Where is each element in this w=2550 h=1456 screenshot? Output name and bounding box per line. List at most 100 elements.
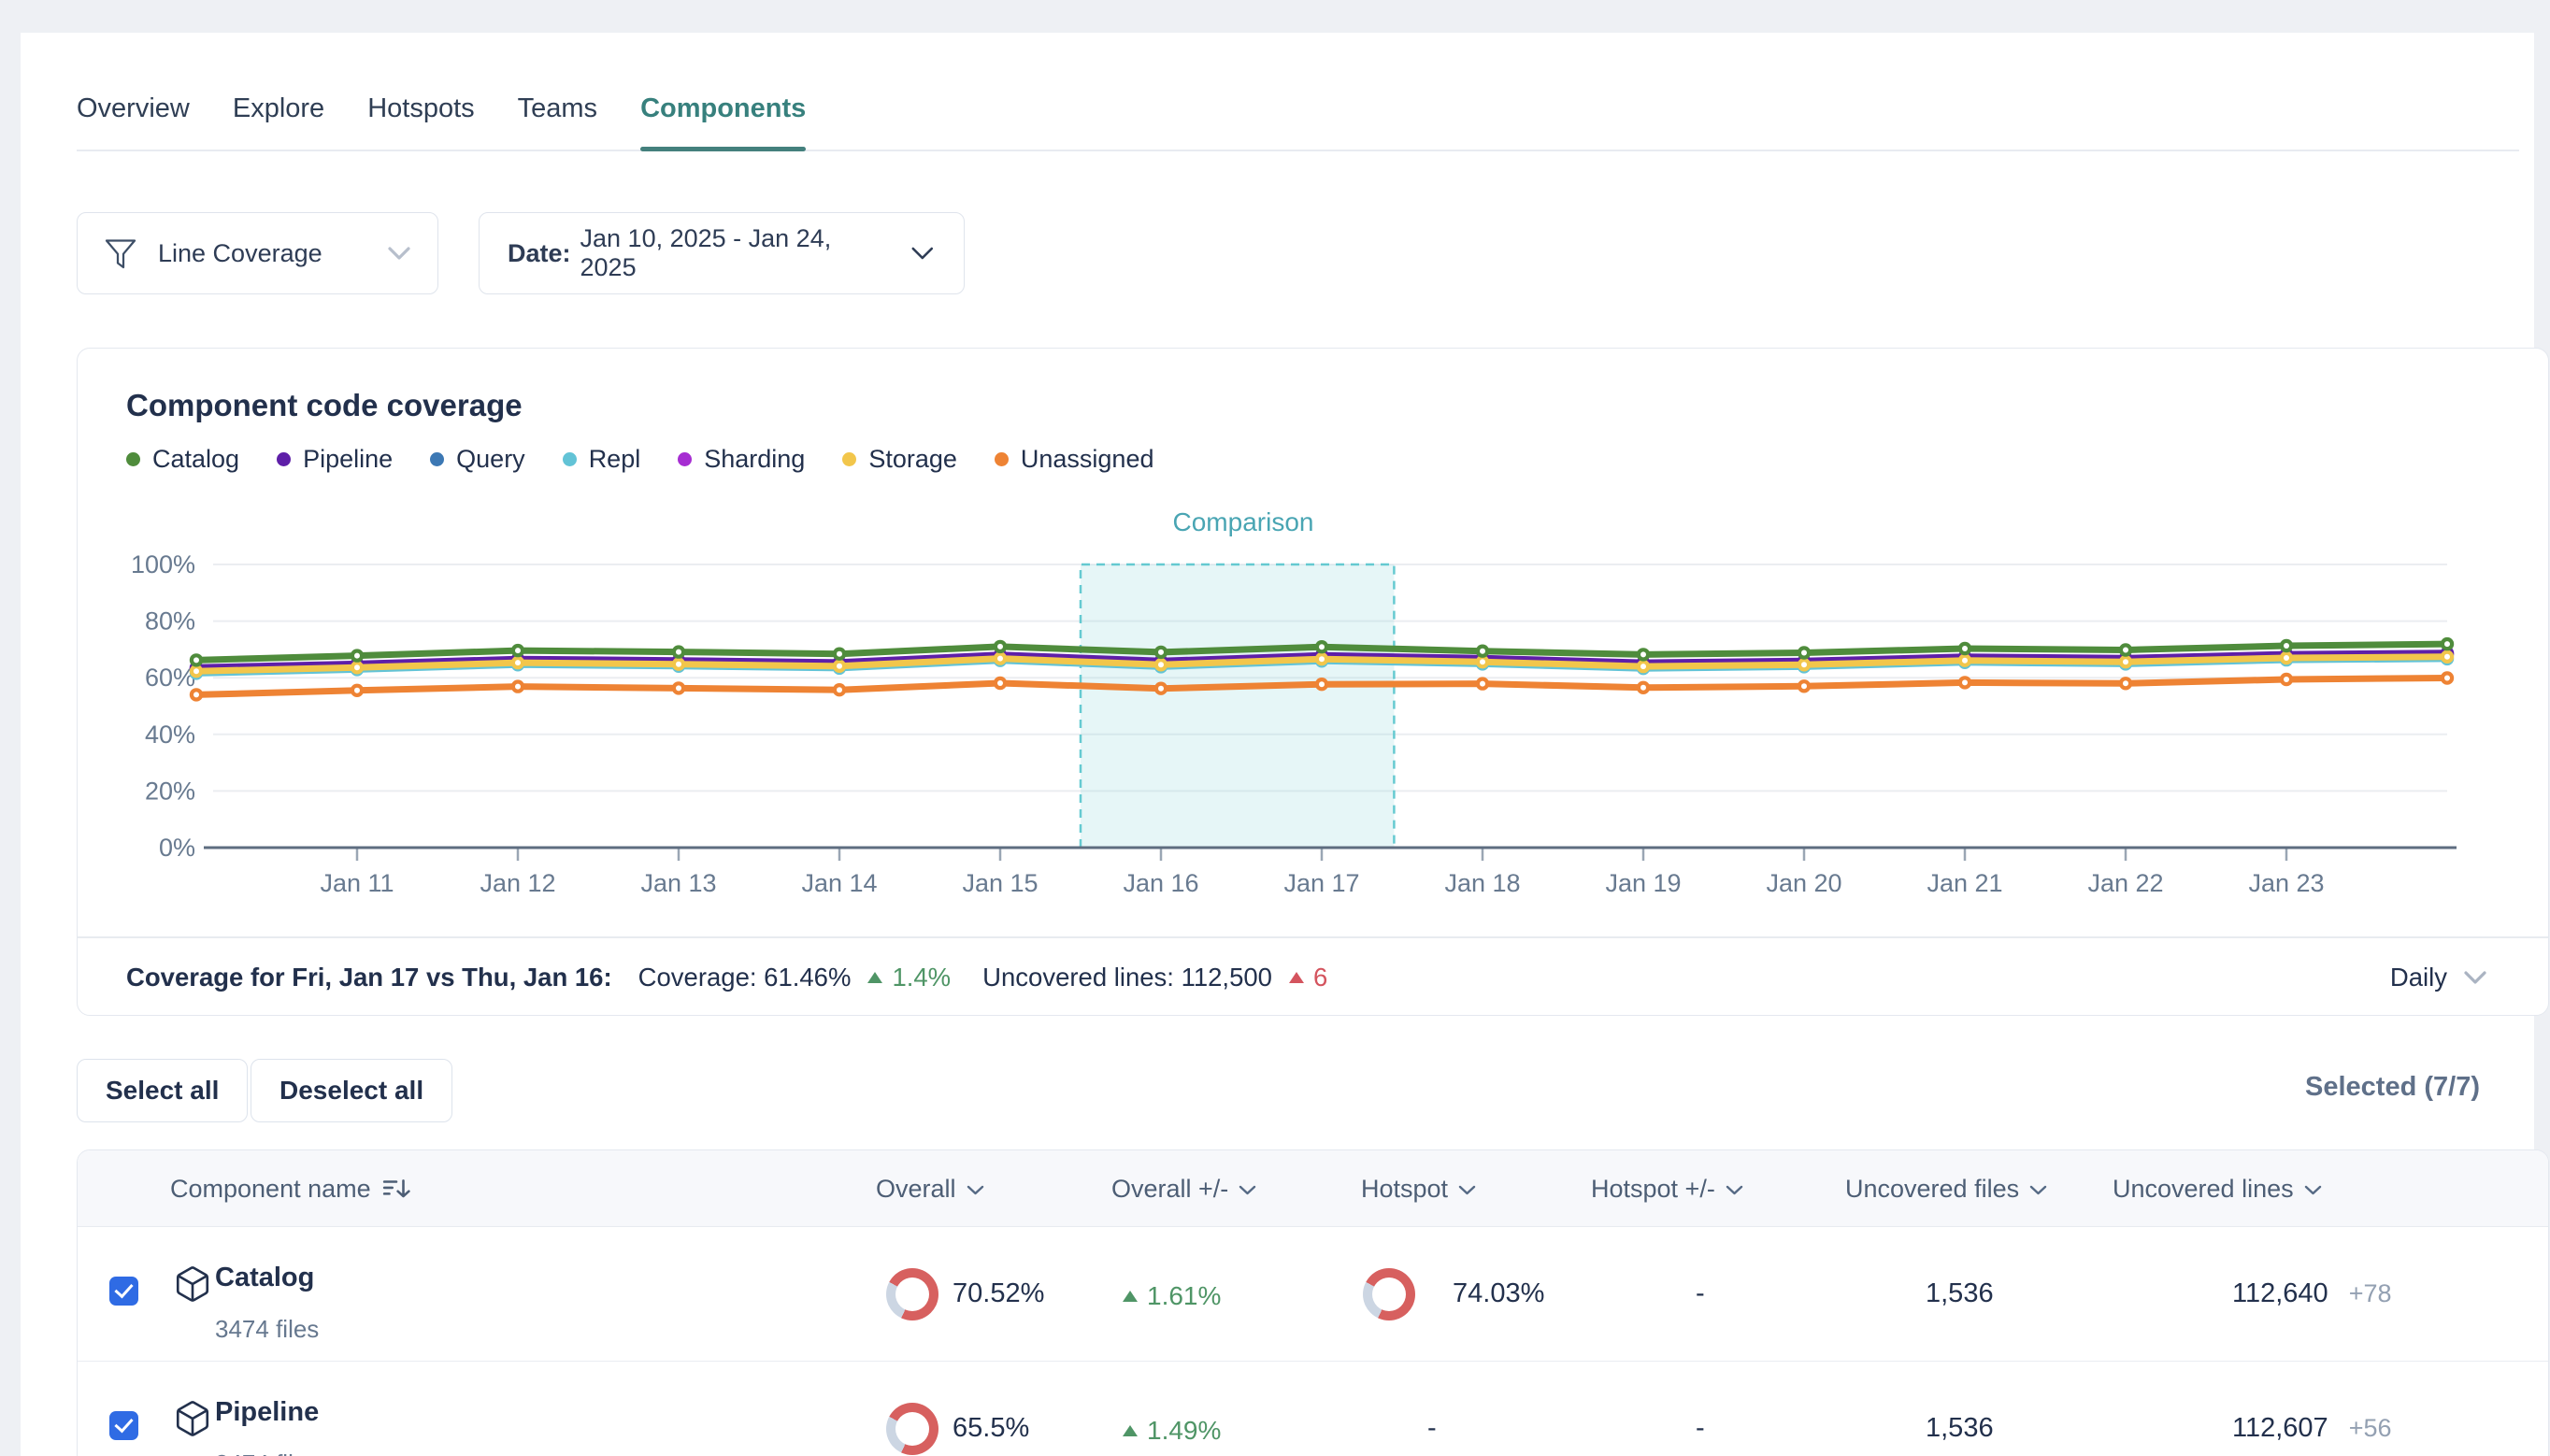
comparison-label: Comparison <box>1131 507 1355 537</box>
tab-label: Teams <box>518 93 597 124</box>
page: Overview Explore Hotspots Teams Components L… <box>0 0 2550 1456</box>
legend-label: Query <box>456 445 525 474</box>
interval-value: Daily <box>2390 963 2447 992</box>
row-checkbox[interactable] <box>109 1277 138 1306</box>
legend-label: Repl <box>589 445 641 474</box>
metric-filter-dropdown[interactable]: Line Coverage <box>77 212 438 294</box>
column-header-hotspot-[interactable]: Hotspot +/- <box>1591 1150 1743 1227</box>
column-header-hotspot[interactable]: Hotspot <box>1361 1150 1476 1227</box>
svg-text:Jan 11: Jan 11 <box>320 869 394 897</box>
chevron-down-icon <box>1239 1185 1256 1196</box>
chevron-down-icon <box>967 1185 984 1196</box>
chevron-down-icon <box>2304 1185 2322 1196</box>
tab-teams[interactable]: Teams <box>518 65 597 151</box>
selected-count: Selected (7/7) <box>2305 1072 2480 1103</box>
uncovered-lines-value: 112,640 <box>2232 1278 2328 1308</box>
tab-label: Overview <box>77 93 190 124</box>
delta-up-icon <box>867 972 882 983</box>
legend-dot <box>126 452 140 466</box>
tab-components[interactable]: Components <box>640 65 806 151</box>
delta-up-icon <box>1123 1425 1138 1436</box>
comparison-region <box>1081 564 1394 848</box>
component-file-count: 3474 files <box>215 1315 319 1344</box>
table-row-catalog[interactable]: Catalog3474 files70.52%1.61%74.03%-1,536… <box>78 1227 2548 1362</box>
chevron-down-icon <box>1458 1185 1476 1196</box>
tab-overview[interactable]: Overview <box>77 65 190 151</box>
chevron-down-icon <box>1726 1185 1743 1196</box>
tab-label: Hotspots <box>367 93 474 124</box>
tab-label: Components <box>640 93 806 124</box>
chart-title: Component code coverage <box>126 388 523 423</box>
svg-text:100%: 100% <box>131 550 195 578</box>
overall-delta: 1.61% <box>1123 1281 1221 1311</box>
svg-text:Jan 17: Jan 17 <box>1283 869 1359 897</box>
chart-legend: Catalog Pipeline Query Repl Sharding Storage U… <box>126 445 1153 474</box>
overall-delta-value: 1.61% <box>1147 1281 1221 1311</box>
footer-coverage-delta: 1.4% <box>892 963 951 992</box>
hotspot-value: - <box>1427 1413 1437 1444</box>
uncovered-lines-delta: +78 <box>2349 1279 2392 1307</box>
legend-item-storage: Storage <box>842 445 957 474</box>
svg-text:Jan 16: Jan 16 <box>1123 869 1198 897</box>
components-table: Component name Overall Overall +/- Hotspot H… <box>77 1149 2549 1456</box>
svg-text:20%: 20% <box>145 777 195 805</box>
component-name: Pipeline <box>215 1397 319 1428</box>
deselect-all-button[interactable]: Deselect all <box>251 1059 452 1122</box>
footer-coverage-value: Coverage: 61.46% <box>638 963 852 992</box>
select-all-button[interactable]: Select all <box>77 1059 248 1122</box>
legend-dot <box>430 452 444 466</box>
svg-text:Jan 14: Jan 14 <box>801 869 877 897</box>
legend-item-sharding: Sharding <box>678 445 805 474</box>
svg-text:Jan 20: Jan 20 <box>1766 869 1841 897</box>
column-header-component-name[interactable]: Component name <box>170 1150 410 1227</box>
sort-icon <box>382 1177 410 1201</box>
column-header-overall-[interactable]: Overall +/- <box>1111 1150 1256 1227</box>
footer-compare-label: Coverage for Fri, Jan 17 vs Thu, Jan 16: <box>126 963 612 992</box>
interval-dropdown[interactable]: Daily <box>2390 963 2488 992</box>
column-header-overall[interactable]: Overall <box>876 1150 984 1227</box>
chevron-down-icon <box>2462 970 2488 985</box>
column-header-uncovered-files[interactable]: Uncovered files <box>1845 1150 2047 1227</box>
chevron-down-icon <box>910 246 936 261</box>
tab-hotspots[interactable]: Hotspots <box>367 65 474 151</box>
overall-coverage-donut <box>886 1268 938 1320</box>
svg-text:60%: 60% <box>145 664 195 692</box>
coverage-chart-card: Component code coverage Catalog Pipeline Q… <box>77 348 2549 1016</box>
coverage-line-chart[interactable]: 0%20%40%60%80%100%Jan 11Jan 12Jan 13Jan … <box>115 540 2508 914</box>
svg-text:Jan 22: Jan 22 <box>2087 869 2163 897</box>
legend-label: Unassigned <box>1021 445 1154 474</box>
column-header-label: Uncovered files <box>1845 1175 2019 1204</box>
overall-value: 70.52% <box>953 1278 1044 1309</box>
chevron-down-icon <box>2029 1185 2047 1196</box>
svg-text:Jan 21: Jan 21 <box>1927 869 2002 897</box>
active-tab-underline <box>640 147 806 151</box>
date-filter-dropdown[interactable]: Date: Jan 10, 2025 - Jan 24, 2025 <box>479 212 965 294</box>
svg-text:0%: 0% <box>159 834 195 862</box>
hotspot-delta: - <box>1696 1413 1705 1444</box>
column-header-label: Hotspot +/- <box>1591 1175 1715 1204</box>
column-header-uncovered-lines[interactable]: Uncovered lines <box>2113 1150 2322 1227</box>
hotspot-coverage-donut <box>1363 1268 1415 1320</box>
component-cube-icon <box>173 1263 212 1306</box>
svg-text:Jan 18: Jan 18 <box>1444 869 1520 897</box>
legend-label: Pipeline <box>303 445 393 474</box>
chevron-down-icon <box>387 246 411 261</box>
uncovered-files-value: 1,536 <box>1926 1413 1994 1444</box>
uncovered-files-value: 1,536 <box>1926 1278 1994 1309</box>
hotspot-delta: - <box>1696 1278 1705 1309</box>
table-body: Catalog3474 files70.52%1.61%74.03%-1,536… <box>78 1227 2548 1456</box>
svg-text:80%: 80% <box>145 607 195 635</box>
legend-label: Catalog <box>152 445 239 474</box>
legend-item-repl: Repl <box>563 445 641 474</box>
svg-text:Jan 15: Jan 15 <box>962 869 1038 897</box>
row-checkbox[interactable] <box>109 1411 138 1440</box>
funnel-icon <box>104 236 137 270</box>
svg-text:40%: 40% <box>145 721 195 749</box>
overall-value: 65.5% <box>953 1413 1029 1444</box>
delta-up-icon <box>1123 1291 1138 1302</box>
uncovered-lines-cell: 112,607+56 <box>2232 1413 2392 1444</box>
column-header-label: Uncovered lines <box>2113 1175 2294 1204</box>
table-row-pipeline[interactable]: Pipeline3474 files65.5%1.49%--1,536112,6… <box>78 1362 2548 1456</box>
tab-explore[interactable]: Explore <box>233 65 324 151</box>
column-header-label: Hotspot <box>1361 1175 1448 1204</box>
